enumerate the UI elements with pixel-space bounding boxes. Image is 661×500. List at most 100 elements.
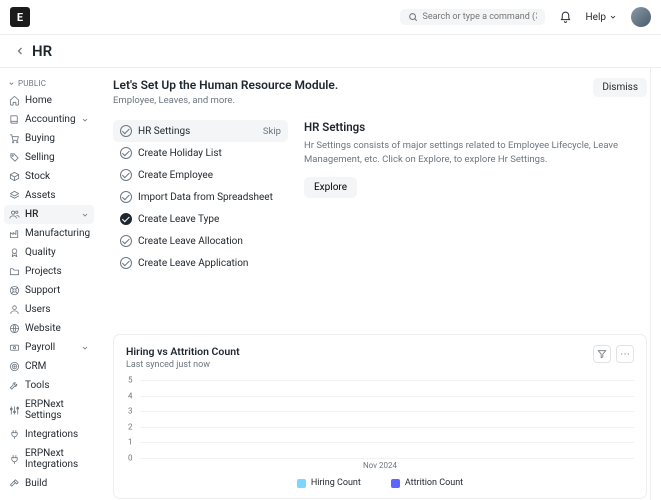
legend-label: Attrition Count (405, 478, 463, 488)
tag-icon (9, 152, 20, 163)
sidebar-section-toggle[interactable]: PUBLIC (4, 76, 94, 91)
step-label: Create Employee (138, 170, 213, 181)
sidebar-item-projects[interactable]: Projects (4, 262, 94, 281)
setup-step[interactable]: Create Holiday List (113, 142, 288, 164)
search-input-wrap[interactable] (400, 9, 545, 25)
sidebar-item-payroll[interactable]: Payroll (4, 338, 94, 357)
box-icon (9, 171, 20, 182)
cart-icon (9, 133, 20, 144)
sidebar-item-erpnext-integrations[interactable]: ERPNext Integrations (4, 444, 94, 474)
chart-title: Hiring vs Attrition Count (126, 345, 240, 358)
sidebar-item-assets[interactable]: Assets (4, 186, 94, 205)
sidebar-item-label: Accounting (25, 114, 76, 125)
user-icon (9, 304, 20, 315)
sidebar-item-label: Assets (25, 190, 56, 201)
legend-label: Hiring Count (311, 478, 361, 488)
sidebar-item-buying[interactable]: Buying (4, 129, 94, 148)
topbar: E Help (0, 0, 661, 35)
sidebar-item-users[interactable]: Users (4, 300, 94, 319)
setup-subtitle: Employee, Leaves, and more. (113, 95, 338, 106)
y-tick: 0 (128, 454, 133, 463)
globe-icon (9, 323, 20, 334)
step-label: HR Settings (138, 126, 190, 137)
y-tick: 1 (128, 438, 133, 447)
wrench-icon (9, 380, 20, 391)
step-label: Create Holiday List (138, 148, 222, 159)
help-menu[interactable]: Help (586, 12, 617, 23)
sidebar-item-website[interactable]: Website (4, 319, 94, 338)
sidebar-item-selling[interactable]: Selling (4, 148, 94, 167)
avatar[interactable] (631, 7, 651, 27)
sidebar-item-label: Integrations (25, 429, 78, 440)
sidebar-item-integrations[interactable]: Integrations (4, 425, 94, 444)
plug-icon (9, 454, 20, 465)
back-icon[interactable] (14, 45, 26, 57)
hammer-icon (9, 478, 20, 489)
breadcrumb: HR (0, 35, 661, 68)
check-circle-icon (120, 147, 132, 159)
users-icon (9, 209, 20, 220)
setup-step[interactable]: Create Leave Application (113, 252, 288, 274)
sidebar-item-support[interactable]: Support (4, 281, 94, 300)
factory-icon (9, 228, 20, 239)
explore-button[interactable]: Explore (304, 177, 357, 198)
sidebar-item-home[interactable]: Home (4, 91, 94, 110)
setup-step[interactable]: Create Leave Allocation (113, 230, 288, 252)
book-icon (9, 114, 20, 125)
sidebar-item-label: Build (25, 478, 47, 489)
step-label: Import Data from Spreadsheet (138, 192, 273, 203)
sidebar-item-erpnext-settings[interactable]: ERPNext Settings (4, 395, 94, 425)
step-label: Create Leave Type (138, 214, 219, 225)
sidebar: PUBLIC Home Accounting Buying Selling Stock A… (0, 68, 98, 500)
sidebar-item-stock[interactable]: Stock (4, 167, 94, 186)
check-circle-icon (120, 191, 132, 203)
sidebar-item-quality[interactable]: Quality (4, 243, 94, 262)
setup-step[interactable]: Import Data from Spreadsheet (113, 186, 288, 208)
sidebar-item-manufacturing[interactable]: Manufacturing (4, 224, 94, 243)
sidebar-item-label: Tools (25, 380, 49, 391)
step-label: Create Leave Application (138, 258, 248, 269)
sidebar-item-label: Manufacturing (25, 228, 90, 239)
sidebar-item-build[interactable]: Build (4, 474, 94, 493)
chart-menu-button[interactable]: ⋯ (616, 345, 634, 363)
chart-legend: Hiring Count Attrition Count (126, 478, 634, 488)
chart-plot: 012345 (140, 380, 634, 458)
layers-icon (9, 190, 20, 201)
sidebar-item-hr[interactable]: HR (4, 205, 94, 224)
plug-icon (9, 429, 20, 440)
check-circle-icon (120, 235, 132, 247)
step-label: Create Leave Allocation (138, 236, 243, 247)
setup-step[interactable]: HR Settings Skip (113, 120, 288, 142)
search-icon (408, 12, 418, 22)
sidebar-item-tools[interactable]: Tools (4, 376, 94, 395)
sidebar-item-crm[interactable]: CRM (4, 357, 94, 376)
sidebar-item-accounting[interactable]: Accounting (4, 110, 94, 129)
legend-swatch (391, 479, 400, 488)
notifications-icon[interactable] (559, 11, 572, 24)
home-icon (9, 95, 20, 106)
sidebar-item-label: Stock (25, 171, 50, 182)
sidebar-item-label: ERPNext Integrations (25, 448, 89, 470)
sidebar-item-label: Projects (25, 266, 62, 277)
sidebar-item-label: Home (25, 95, 52, 106)
sidebar-item-label: Selling (25, 152, 55, 163)
target-icon (9, 361, 20, 372)
folder-icon (9, 266, 20, 277)
legend-item[interactable]: Hiring Count (297, 478, 361, 488)
page-title: HR (32, 42, 52, 60)
setup-step[interactable]: Create Leave Type (113, 208, 288, 230)
legend-item[interactable]: Attrition Count (391, 478, 463, 488)
step-detail-title: HR Settings (304, 120, 647, 134)
check-circle-icon (120, 213, 132, 225)
search-input[interactable] (423, 12, 537, 22)
sidebar-item-label: Buying (25, 133, 55, 144)
skip-link[interactable]: Skip (263, 126, 281, 137)
y-tick: 2 (128, 422, 133, 431)
help-label: Help (586, 12, 606, 23)
setup-step[interactable]: Create Employee (113, 164, 288, 186)
sidebar-section-label: PUBLIC (18, 79, 46, 88)
sidebar-item-label: Support (25, 285, 60, 296)
chart-filter-button[interactable] (593, 345, 611, 363)
app-logo[interactable]: E (10, 7, 30, 27)
dismiss-button[interactable]: Dismiss (593, 78, 647, 97)
